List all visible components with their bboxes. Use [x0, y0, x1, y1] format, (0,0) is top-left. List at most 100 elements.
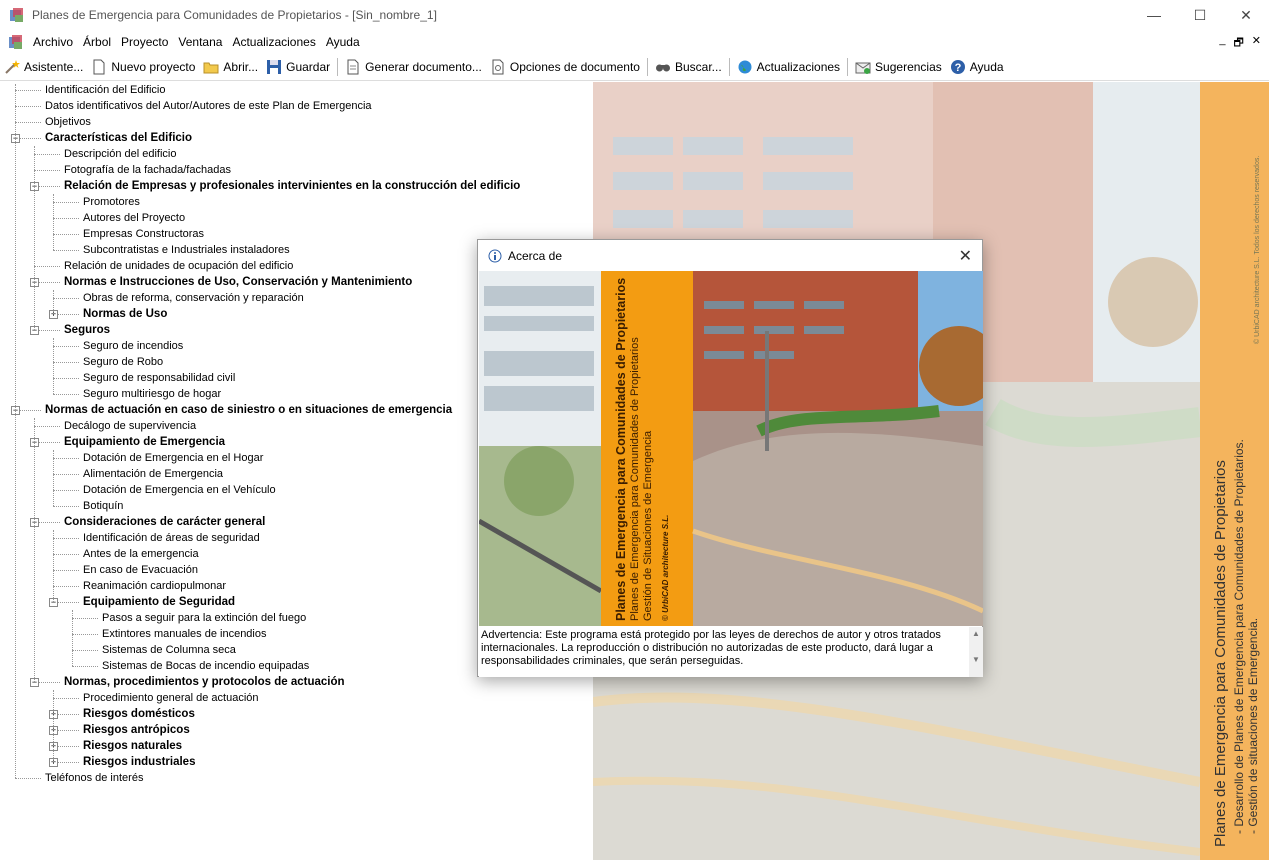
close-button[interactable]: ✕ [1223, 0, 1269, 30]
generate-document-button[interactable]: Generar documento... [341, 56, 486, 78]
tree-connector [53, 690, 54, 762]
tree-item[interactable]: Características del Edificio [45, 130, 192, 146]
menu-ayuda[interactable]: Ayuda [321, 35, 365, 49]
tree-connector [53, 474, 79, 475]
tree-item[interactable]: Dotación de Emergencia en el Hogar [83, 450, 263, 466]
help-button[interactable]: ? Ayuda [946, 56, 1008, 78]
tree-item[interactable]: Consideraciones de carácter general [64, 514, 265, 530]
tree-connector [53, 586, 79, 587]
open-button[interactable]: Abrir... [199, 56, 262, 78]
tree-item[interactable]: Botiquín [83, 498, 123, 514]
tree-item[interactable]: Empresas Constructoras [83, 226, 204, 242]
tree-item[interactable]: Relación de Empresas y profesionales int… [64, 178, 520, 194]
updates-button[interactable]: Actualizaciones [733, 56, 844, 78]
tree-item[interactable]: Seguros [64, 322, 110, 338]
tree-item[interactable]: Sistemas de Bocas de incendio equipadas [102, 658, 309, 674]
tree-item[interactable]: Seguro de incendios [83, 338, 183, 354]
toolbar-separator [847, 58, 849, 76]
tree-item[interactable]: Datos identificativos del Autor/Autores … [45, 98, 372, 114]
mdi-minimize-button[interactable]: _ [1219, 34, 1225, 53]
mail-icon [855, 59, 871, 75]
tree-item[interactable]: Antes de la emergencia [83, 546, 199, 562]
warning-text: Advertencia: Este programa está protegid… [481, 629, 941, 667]
document-options-button[interactable]: Opciones de documento [486, 56, 644, 78]
tree-connector [53, 538, 79, 539]
tree-connector [53, 506, 79, 507]
menu-arbol[interactable]: Árbol [78, 35, 116, 49]
tree-connector [15, 84, 16, 778]
tree-item[interactable]: Normas e Instrucciones de Uso, Conservac… [64, 274, 412, 290]
menu-bar: Archivo Árbol Proyecto Ventana Actualiza… [0, 30, 1269, 54]
tree-connector [53, 394, 79, 395]
tree-item[interactable]: Identificación del Edificio [45, 82, 165, 98]
save-button[interactable]: Guardar [262, 56, 334, 78]
tree-item[interactable]: Teléfonos de interés [45, 770, 143, 786]
maximize-button[interactable]: ☐ [1177, 0, 1223, 30]
mdi-restore-button[interactable]: 🗗 [1233, 34, 1243, 53]
search-button[interactable]: Buscar... [651, 56, 726, 78]
tree-item[interactable]: Reanimación cardiopulmonar [83, 578, 226, 594]
new-project-button[interactable]: Nuevo proyecto [87, 56, 199, 78]
tree-item[interactable]: Procedimiento general de actuación [83, 690, 259, 706]
tree-item[interactable]: Promotores [83, 194, 140, 210]
tree-connector [34, 426, 60, 427]
tree-item[interactable]: En caso de Evacuación [83, 562, 198, 578]
tree-item[interactable]: Alimentación de Emergencia [83, 466, 223, 482]
tree-connector [15, 122, 41, 123]
tree-item[interactable]: Pasos a seguir para la extinción del fue… [102, 610, 306, 626]
tree-item[interactable]: Normas de Uso [83, 306, 167, 322]
tree-item[interactable]: Objetivos [45, 114, 91, 130]
tree-connector [53, 290, 54, 314]
tree-item[interactable]: Riesgos antrópicos [83, 722, 190, 738]
suggestions-button[interactable]: Sugerencias [851, 56, 946, 78]
document-icon[interactable] [8, 34, 24, 50]
tree-connector [53, 698, 79, 699]
tree-connector [53, 458, 79, 459]
tree-item[interactable]: Sistemas de Columna seca [102, 642, 236, 658]
menu-proyecto[interactable]: Proyecto [116, 35, 173, 49]
mdi-close-button[interactable]: ✕ [1252, 34, 1261, 53]
document-settings-icon [490, 59, 506, 75]
tree-item[interactable]: Riesgos domésticos [83, 706, 195, 722]
tree-item[interactable]: Decálogo de supervivencia [64, 418, 196, 434]
tree-item[interactable]: Seguro multiriesgo de hogar [83, 386, 221, 402]
menu-actualizaciones[interactable]: Actualizaciones [227, 35, 320, 49]
tree-connector [15, 106, 41, 107]
side-banner: Planes de Emergencia para Comunidades de… [1200, 82, 1269, 860]
tree-item[interactable]: Riesgos industriales [83, 754, 195, 770]
tree-item[interactable]: Subcontratistas e Industriales instalado… [83, 242, 290, 258]
app-icon[interactable] [9, 7, 25, 23]
tree-item[interactable]: Equipamiento de Emergencia [64, 434, 225, 450]
tree-item[interactable]: Descripción del edificio [64, 146, 177, 162]
menu-ventana[interactable]: Ventana [173, 35, 227, 49]
side-banner-line1: - Desarrollo de Planes de Emergencia par… [1232, 439, 1246, 834]
minimize-button[interactable]: — [1131, 0, 1177, 30]
tree-item[interactable]: Obras de reforma, conservación y reparac… [83, 290, 304, 306]
tree-item[interactable]: Relación de unidades de ocupación del ed… [64, 258, 293, 274]
tree-item[interactable]: Equipamiento de Seguridad [83, 594, 235, 610]
side-banner-line2: - Gestión de situaciones de Emergencia. [1246, 617, 1260, 834]
tree-item[interactable]: Riesgos naturales [83, 738, 182, 754]
tree-item[interactable]: Normas de actuación en caso de siniestro… [45, 402, 452, 418]
tree-item[interactable]: Extintores manuales de incendios [102, 626, 266, 642]
help-icon: ? [950, 59, 966, 75]
binoculars-icon [655, 59, 671, 75]
tree-item[interactable]: Seguro de Robo [83, 354, 163, 370]
tree-item[interactable]: Autores del Proyecto [83, 210, 185, 226]
tree-item[interactable]: Dotación de Emergencia en el Vehículo [83, 482, 276, 498]
tree-connector [34, 418, 35, 682]
tree-item[interactable]: Identificación de áreas de seguridad [83, 530, 260, 546]
tree-item[interactable]: Normas, procedimientos y protocolos de a… [64, 674, 345, 690]
dialog-close-button[interactable]: ✕ [959, 246, 972, 266]
banner-line2: Gestión de Situaciones de Emergencia [642, 430, 654, 621]
toolbar-separator [728, 58, 730, 76]
menu-archivo[interactable]: Archivo [28, 35, 78, 49]
tree-connector [53, 378, 79, 379]
tree-item[interactable]: Fotografía de la fachada/fachadas [64, 162, 231, 178]
assistant-button[interactable]: Asistente... [0, 56, 87, 78]
warning-textbox[interactable]: Advertencia: Este programa está protegid… [479, 627, 983, 677]
tree-item[interactable]: Seguro de responsabilidad civil [83, 370, 235, 386]
warning-scrollbar[interactable]: ▲ ▼ [969, 627, 983, 677]
toolbar-separator [337, 58, 339, 76]
about-banner-image: Planes de Emergencia para Comunidades de… [479, 271, 983, 626]
